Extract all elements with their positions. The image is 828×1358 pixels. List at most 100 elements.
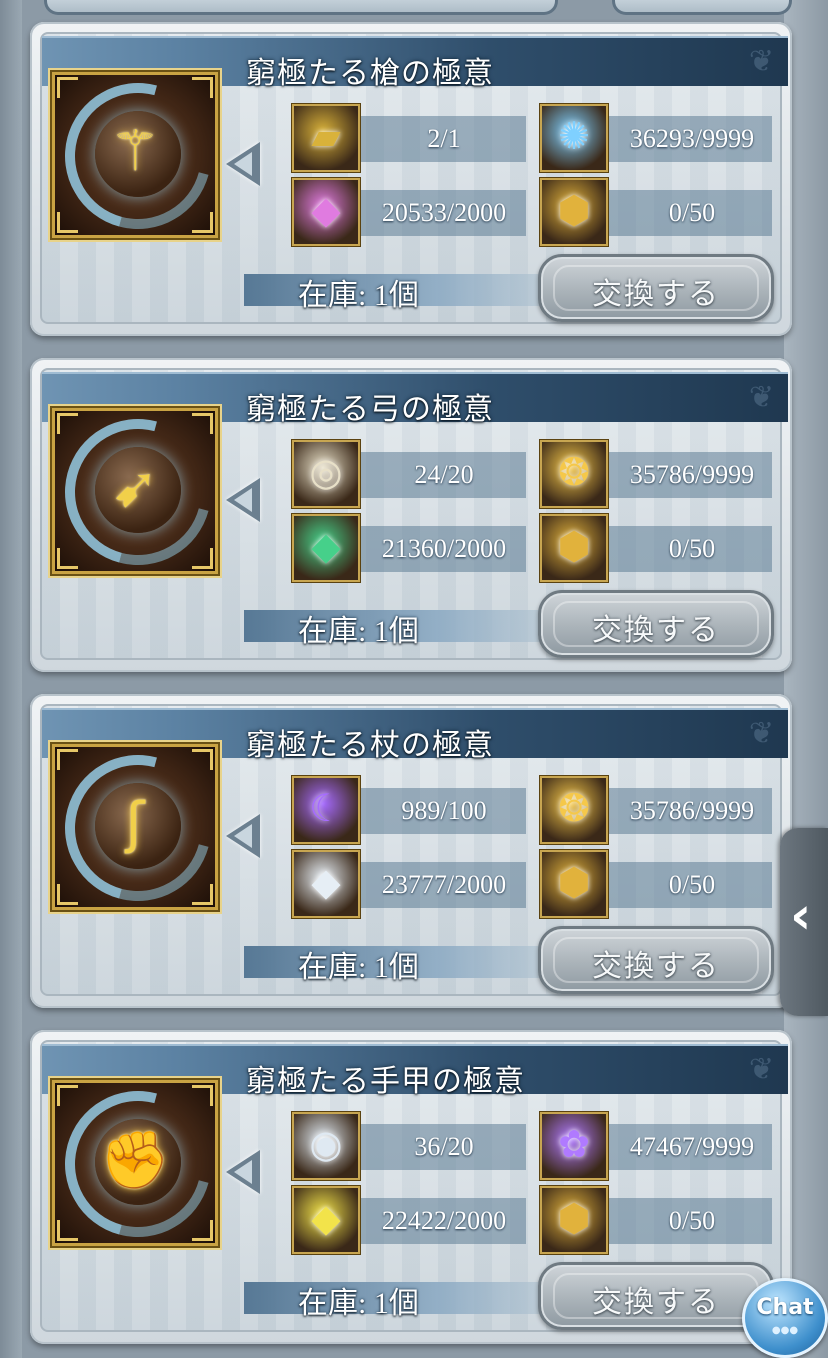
frame-corner — [192, 884, 213, 905]
requirement-count: 23777/2000 — [381, 870, 507, 899]
ornament-icon: ❦ — [748, 716, 774, 751]
gold-brick-icon[interactable]: ▰ — [292, 104, 360, 172]
stock-label: 在庫: 1個 — [298, 951, 419, 984]
stock-label: 在庫: 1個 — [298, 279, 419, 312]
frame-corner — [192, 413, 213, 434]
requirement-glyph: ◎ — [309, 450, 343, 494]
stock-label: 在庫: 1個 — [298, 1287, 419, 1320]
frame-corner — [192, 77, 213, 98]
exchange-panel: 窮極たる杖の極意 ❦ ʃ ☾ 989/100 ❂ 35786/9999 ◆ 23777/2000… — [30, 694, 792, 1008]
weapon-glyph: ✊ — [100, 1128, 170, 1193]
chevron-left-icon: ‹ — [790, 886, 812, 946]
requirement-count: 0/50 — [668, 1206, 716, 1235]
frame-corner — [57, 1085, 78, 1106]
frame-corner — [57, 749, 78, 770]
side-menu-handle[interactable]: ‹ — [780, 828, 828, 1016]
requirement-count: 0/50 — [668, 870, 716, 899]
top-tab-left[interactable] — [44, 0, 558, 15]
exchange-button[interactable]: 交換する — [538, 590, 774, 658]
frame-corner — [57, 212, 78, 233]
frame-corner — [192, 212, 213, 233]
background-rail-left — [0, 0, 22, 1358]
gold-medal-icon[interactable]: ⬢ — [540, 1186, 608, 1254]
arrow-left-icon — [226, 478, 260, 522]
requirement-glyph: ◉ — [309, 1122, 343, 1166]
requirement-count: 36293/9999 — [629, 124, 755, 153]
requirement-count: 20533/2000 — [381, 198, 507, 227]
exchange-button-label: 交換する — [592, 278, 720, 311]
golden-flame-icon[interactable]: ❂ — [540, 776, 608, 844]
ornament-icon: ❦ — [748, 380, 774, 415]
chat-button[interactable]: Chat ●●● — [742, 1278, 828, 1358]
requirement-count: 47467/9999 — [629, 1132, 755, 1161]
gauntlet-icon[interactable]: ✊ — [52, 1080, 218, 1246]
top-tab-right[interactable] — [612, 0, 792, 15]
exchange-button[interactable]: 交換する — [538, 254, 774, 322]
orb-creature-icon[interactable]: ◉ — [292, 1112, 360, 1180]
chat-dots: ●●● — [771, 1325, 799, 1336]
requirement-count: 22422/2000 — [381, 1206, 507, 1235]
item-title: 窮極たる手甲の極意 — [246, 1065, 525, 1098]
requirement-glyph: ◆ — [311, 524, 341, 568]
staff-icon[interactable]: ʃ — [52, 744, 218, 910]
frame-corner — [192, 749, 213, 770]
requirement-count: 35786/9999 — [629, 460, 755, 489]
arrow-left-icon — [226, 814, 260, 858]
exchange-button[interactable]: 交換する — [538, 926, 774, 994]
green-shard-icon[interactable]: ◆ — [292, 514, 360, 582]
golden-flame-icon[interactable]: ❂ — [540, 440, 608, 508]
weapon-glyph: ʃ — [125, 791, 145, 856]
requirement-count: 36/20 — [414, 1132, 474, 1161]
exchange-button[interactable]: 交換する — [538, 1262, 774, 1330]
gold-medal-icon[interactable]: ⬢ — [540, 850, 608, 918]
requirement-glyph: ⬢ — [557, 524, 591, 568]
purple-scythe-icon[interactable]: ☾ — [292, 776, 360, 844]
blue-crystal-icon[interactable]: ✺ — [540, 104, 608, 172]
weapon-glyph: ➹ — [111, 455, 159, 520]
exchange-button-label: 交換する — [592, 614, 720, 647]
arrow-left-icon — [226, 1150, 260, 1194]
purple-rose-icon[interactable]: ✿ — [540, 1112, 608, 1180]
exchange-button-label: 交換する — [592, 950, 720, 983]
requirement-glyph: ◆ — [311, 860, 341, 904]
frame-corner — [57, 413, 78, 434]
requirement-count: 0/50 — [668, 534, 716, 563]
requirement-glyph: ⬢ — [557, 1196, 591, 1240]
pink-shard-icon[interactable]: ◆ — [292, 178, 360, 246]
requirement-glyph: ◆ — [311, 188, 341, 232]
requirement-glyph: ✺ — [558, 114, 590, 158]
requirement-glyph: ❂ — [558, 786, 590, 830]
exchange-panel: 窮極たる手甲の極意 ❦ ✊ ◉ 36/20 ✿ 47467/9999 ◆ 22422/2000 ⬢… — [30, 1030, 792, 1344]
requirement-glyph: ⬢ — [557, 860, 591, 904]
bow-icon[interactable]: ➹ — [52, 408, 218, 574]
requirement-glyph: ⬢ — [557, 188, 591, 232]
requirement-count: 21360/2000 — [381, 534, 507, 563]
item-title: 窮極たる杖の極意 — [246, 729, 494, 762]
requirement-count: 24/20 — [414, 460, 474, 489]
exchange-panel: 窮極たる弓の極意 ❦ ➹ ◎ 24/20 ❂ 35786/9999 ◆ 21360/2000 ⬢ 0… — [30, 358, 792, 672]
weapon-glyph: ⚚ — [109, 119, 161, 184]
clock-orb-icon[interactable]: ◎ — [292, 440, 360, 508]
frame-corner — [192, 1220, 213, 1241]
frame-corner — [192, 1085, 213, 1106]
ornament-icon: ❦ — [748, 1052, 774, 1087]
frame-corner — [57, 1220, 78, 1241]
stock-label: 在庫: 1個 — [298, 615, 419, 648]
item-title: 窮極たる弓の極意 — [246, 393, 494, 426]
gold-medal-icon[interactable]: ⬢ — [540, 514, 608, 582]
spear-icon[interactable]: ⚚ — [52, 72, 218, 238]
frame-corner — [57, 548, 78, 569]
requirement-count: 0/50 — [668, 198, 716, 227]
gold-medal-icon[interactable]: ⬢ — [540, 178, 608, 246]
exchange-button-label: 交換する — [592, 1286, 720, 1319]
white-shard-icon[interactable]: ◆ — [292, 850, 360, 918]
ornament-icon: ❦ — [748, 44, 774, 79]
requirement-glyph: ❂ — [558, 450, 590, 494]
frame-corner — [57, 77, 78, 98]
exchange-panel: 窮極たる槍の極意 ❦ ⚚ ▰ 2/1 ✺ 36293/9999 ◆ 20533/2000 ⬢ 0/5… — [30, 22, 792, 336]
requirement-glyph: ✿ — [558, 1122, 590, 1166]
frame-corner — [192, 548, 213, 569]
frame-corner — [57, 884, 78, 905]
yellow-shard-icon[interactable]: ◆ — [292, 1186, 360, 1254]
requirement-count: 2/1 — [427, 124, 461, 153]
